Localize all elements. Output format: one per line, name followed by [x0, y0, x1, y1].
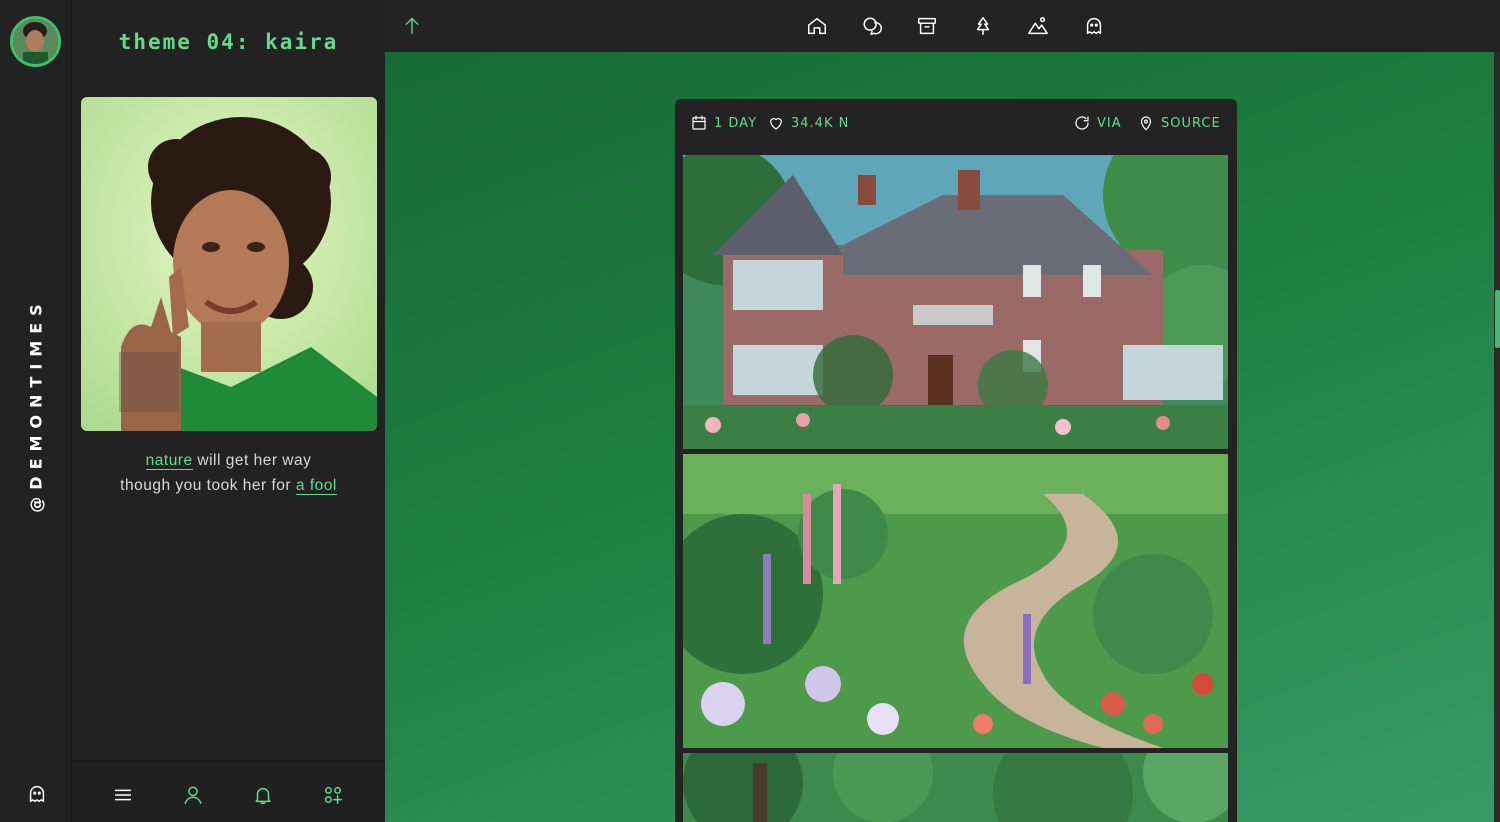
post-notes-label: 34.4K N: [791, 115, 850, 131]
top-bar: [385, 0, 1500, 52]
a-fool-link[interactable]: a fool: [295, 477, 337, 495]
home-icon[interactable]: [806, 15, 828, 37]
via-label: VIA: [1097, 115, 1122, 131]
post-card: 1 DAY 34.4K N VIA SOURCE: [675, 99, 1237, 822]
via-link[interactable]: VIA: [1073, 113, 1122, 133]
sidebar-caption: nature will get her way though you took …: [72, 448, 385, 498]
post-date[interactable]: 1 DAY: [690, 113, 757, 133]
archive-icon[interactable]: [916, 15, 938, 37]
caption-line2-text: though you took her for: [120, 477, 296, 494]
nature-link[interactable]: nature: [145, 452, 193, 470]
vertical-handle: @DEMONTIMES: [26, 297, 46, 513]
post-date-label: 1 DAY: [714, 115, 758, 131]
blog-title: theme 04: kaira: [118, 30, 339, 54]
left-rail: @DEMONTIMES: [0, 0, 72, 822]
avatar[interactable]: [10, 16, 61, 67]
scrollbar-track[interactable]: [1494, 52, 1500, 822]
sidebar: theme 04: kaira nature will get her way …: [72, 0, 385, 822]
ghost-icon[interactable]: [1083, 15, 1105, 37]
menu-icon[interactable]: [112, 784, 134, 806]
scrollbar-thumb[interactable]: [1495, 290, 1500, 348]
sidebar-bottom-bar: [72, 760, 385, 822]
source-link[interactable]: SOURCE: [1137, 113, 1221, 133]
apps-icon[interactable]: [322, 784, 344, 806]
chat-icon[interactable]: [861, 15, 883, 37]
post-image-house[interactable]: [683, 155, 1228, 449]
ghost-icon[interactable]: [26, 783, 48, 805]
source-label: SOURCE: [1161, 115, 1221, 131]
tree-icon[interactable]: [972, 15, 994, 37]
caption-line1-text: will get her way: [192, 452, 312, 469]
post-image-garden[interactable]: [683, 454, 1228, 748]
bell-icon[interactable]: [252, 784, 274, 806]
post-image-forest[interactable]: [683, 753, 1228, 822]
arrow-up-icon[interactable]: [402, 16, 422, 36]
post-notes[interactable]: 34.4K N: [767, 113, 849, 133]
mountain-icon[interactable]: [1027, 15, 1049, 37]
portrait-image: [81, 97, 377, 431]
user-icon[interactable]: [182, 784, 204, 806]
